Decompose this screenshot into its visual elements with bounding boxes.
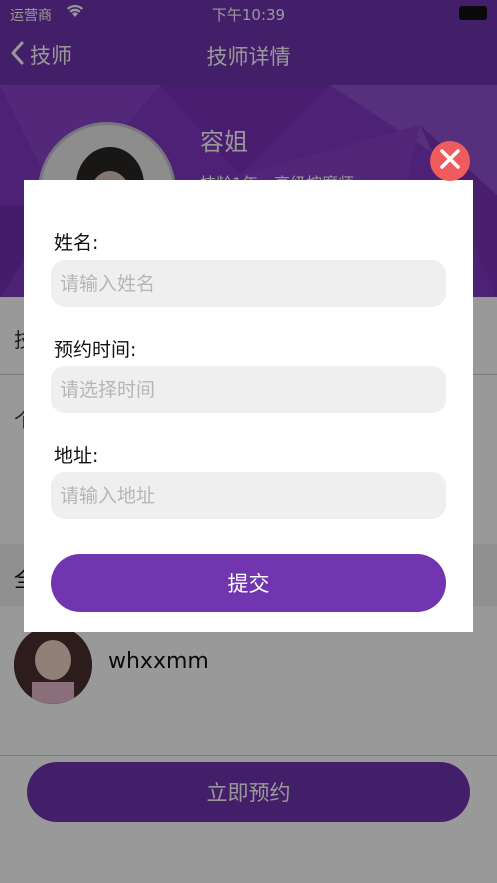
booking-dialog: 姓名: 预约时间: 地址: 提交 — [24, 180, 473, 632]
time-label: 预约时间: — [54, 339, 137, 361]
close-button[interactable] — [430, 141, 470, 181]
name-label: 姓名: — [54, 232, 99, 254]
close-icon — [439, 148, 461, 174]
time-input[interactable] — [51, 366, 446, 413]
submit-button[interactable]: 提交 — [51, 554, 446, 612]
address-input[interactable] — [51, 472, 446, 519]
address-label: 地址: — [54, 445, 99, 467]
name-input[interactable] — [51, 260, 446, 307]
